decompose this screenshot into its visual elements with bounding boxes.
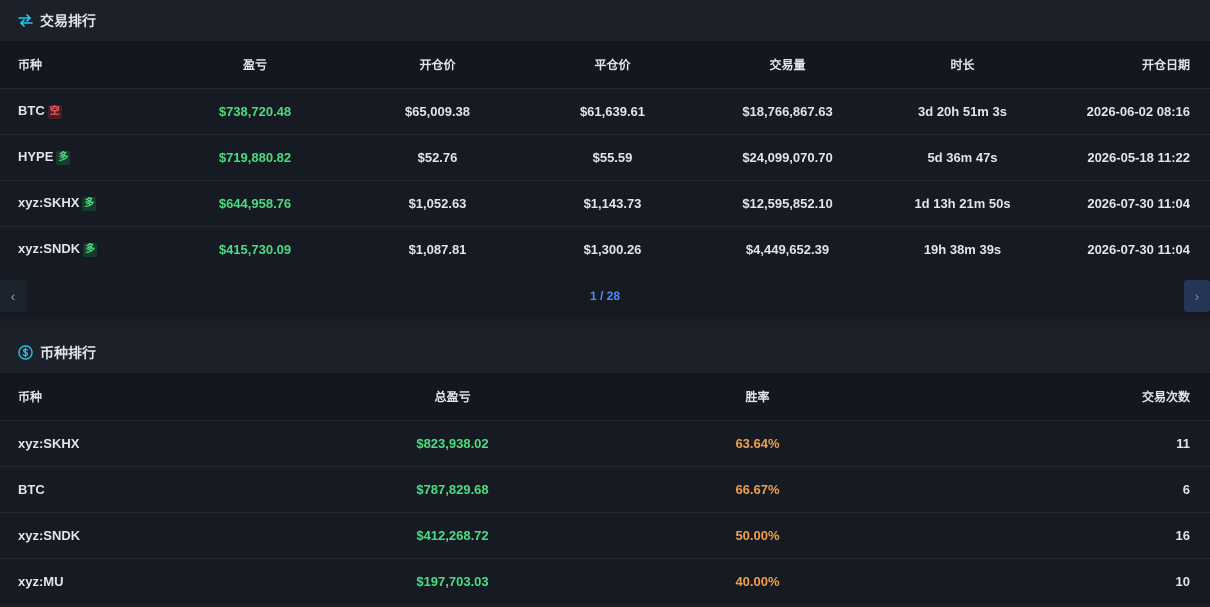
cell-total-pnl: $787,829.68 — [416, 481, 489, 497]
chevron-left-icon: ‹ — [10, 288, 16, 304]
cell-coin: xyz:SKHX — [18, 435, 80, 451]
section-divider — [0, 319, 1210, 332]
pagination: ‹ 1 / 28 › — [0, 272, 1210, 319]
side-badge-long: 多 — [82, 197, 97, 211]
cell-open-date: 2026-07-30 11:04 — [1087, 195, 1190, 211]
cell-total-pnl: $197,703.03 — [416, 573, 489, 589]
dollar-coin-icon — [18, 345, 33, 360]
prev-page-button[interactable]: ‹ — [0, 280, 26, 312]
table-row: BTC 空 $738,720.48 $65,009.38 $61,639.61 $… — [0, 88, 1210, 134]
trade-ranking-title: 交易排行 — [40, 12, 96, 29]
col-header-duration: 时长 — [950, 57, 975, 72]
table-row: xyz:SNDK 多 $415,730.09 $1,087.81 $1,300.2… — [0, 226, 1210, 272]
cell-coin: xyz:SKHX 多 — [0, 180, 160, 226]
cell-coin: BTC — [18, 481, 45, 497]
cell-duration: 19h 38m 39s — [923, 241, 1002, 257]
table-row: BTC $787,829.68 66.67% 6 — [0, 466, 1210, 512]
swap-arrows-icon — [18, 14, 33, 27]
cell-coin: BTC 空 — [0, 88, 160, 134]
cell-coin: HYPE 多 — [0, 134, 160, 180]
cell-close-price: $1,300.26 — [583, 241, 642, 257]
cell-trade-count: 6 — [1182, 481, 1190, 497]
cell-trade-count: 16 — [1175, 527, 1190, 543]
col-header-coin: 币种 — [18, 57, 43, 72]
side-badge-long: 多 — [83, 243, 98, 258]
page-indicator: 1 / 28 — [589, 288, 621, 303]
coin-ranking-table: 币种 总盈亏 胜率 交易次数 xyz:SKHX $823,938.02 63.6… — [0, 373, 1210, 604]
cell-volume: $24,099,070.70 — [742, 149, 833, 165]
cell-close-price: $61,639.61 — [579, 103, 646, 119]
col-header-open-date: 开仓日期 — [1141, 57, 1190, 72]
cell-trade-count: 10 — [1175, 573, 1190, 589]
table-header-row: 币种 盈亏 开仓价 平仓价 交易量 时长 开仓日期 — [0, 41, 1210, 88]
col-header-pnl: 盈亏 — [242, 57, 267, 72]
cell-duration: 3d 20h 51m 3s — [918, 103, 1007, 119]
cell-pnl: $738,720.48 — [218, 103, 292, 119]
cell-win-rate: 50.00% — [735, 527, 780, 543]
cell-duration: 5d 36m 47s — [927, 149, 998, 165]
side-badge-long: 多 — [56, 151, 71, 165]
cell-volume: $4,449,652.39 — [745, 241, 830, 257]
cell-coin: xyz:SNDK — [18, 527, 81, 543]
coin-name: xyz:SKHX — [18, 195, 80, 210]
coin-ranking-header: 币种排行 — [0, 332, 1210, 373]
table-row: xyz:SKHX 多 $644,958.76 $1,052.63 $1,143.7… — [0, 180, 1210, 226]
cell-volume: $12,595,852.10 — [742, 195, 833, 211]
table-header-row: 币种 总盈亏 胜率 交易次数 — [0, 373, 1210, 420]
trade-ranking-table: 币种 盈亏 开仓价 平仓价 交易量 时长 开仓日期 BTC 空 $738,720.… — [0, 41, 1210, 272]
cell-pnl: $644,958.76 — [218, 195, 292, 211]
col-header-win-rate: 胜率 — [745, 389, 770, 404]
col-header-open-price: 开仓价 — [419, 57, 456, 72]
cell-open-price: $52.76 — [417, 149, 458, 165]
table-row: HYPE 多 $719,880.82 $52.76 $55.59 $24,099,… — [0, 134, 1210, 180]
cell-open-date: 2026-07-30 11:04 — [1087, 241, 1190, 257]
trade-ranking-header: 交易排行 — [0, 0, 1210, 41]
coin-name: xyz:SNDK — [18, 241, 81, 257]
col-header-close-price: 平仓价 — [594, 57, 631, 72]
cell-total-pnl: $412,268.72 — [416, 527, 489, 543]
cell-close-price: $1,143.73 — [583, 195, 642, 211]
chevron-right-icon: › — [1194, 288, 1200, 304]
cell-total-pnl: $823,938.02 — [416, 435, 489, 451]
next-page-button[interactable]: › — [1184, 280, 1210, 312]
cell-win-rate: 63.64% — [735, 435, 780, 451]
side-badge-short: 空 — [47, 105, 62, 119]
col-header-total-pnl: 总盈亏 — [434, 389, 471, 404]
col-header-coin: 币种 — [18, 389, 43, 404]
table-row: xyz:SKHX $823,938.02 63.64% 11 — [0, 420, 1210, 466]
cell-open-date: 2026-05-18 11:22 — [1087, 149, 1190, 165]
cell-close-price: $55.59 — [592, 149, 633, 165]
cell-open-price: $1,087.81 — [408, 241, 467, 257]
cell-coin: xyz:SNDK 多 — [0, 226, 160, 272]
cell-open-date: 2026-06-02 08:16 — [1086, 103, 1190, 119]
cell-open-price: $1,052.63 — [408, 195, 467, 211]
cell-volume: $18,766,867.63 — [742, 103, 833, 119]
cell-coin: xyz:MU — [18, 573, 64, 589]
cell-pnl: $719,880.82 — [218, 149, 292, 165]
table-row: xyz:MU $197,703.03 40.00% 10 — [0, 558, 1210, 604]
cell-win-rate: 40.00% — [735, 573, 780, 589]
cell-win-rate: 66.67% — [735, 481, 780, 497]
cell-trade-count: 11 — [1176, 435, 1190, 451]
table-row: xyz:SNDK $412,268.72 50.00% 16 — [0, 512, 1210, 558]
cell-pnl: $415,730.09 — [218, 241, 292, 257]
col-header-volume: 交易量 — [769, 57, 806, 72]
coin-ranking-title: 币种排行 — [40, 344, 96, 361]
cell-duration: 1d 13h 21m 50s — [914, 195, 1011, 211]
cell-open-price: $65,009.38 — [404, 103, 471, 119]
coin-name: HYPE — [18, 149, 54, 164]
coin-name: BTC — [18, 103, 45, 118]
col-header-trade-count: 交易次数 — [1141, 389, 1190, 404]
